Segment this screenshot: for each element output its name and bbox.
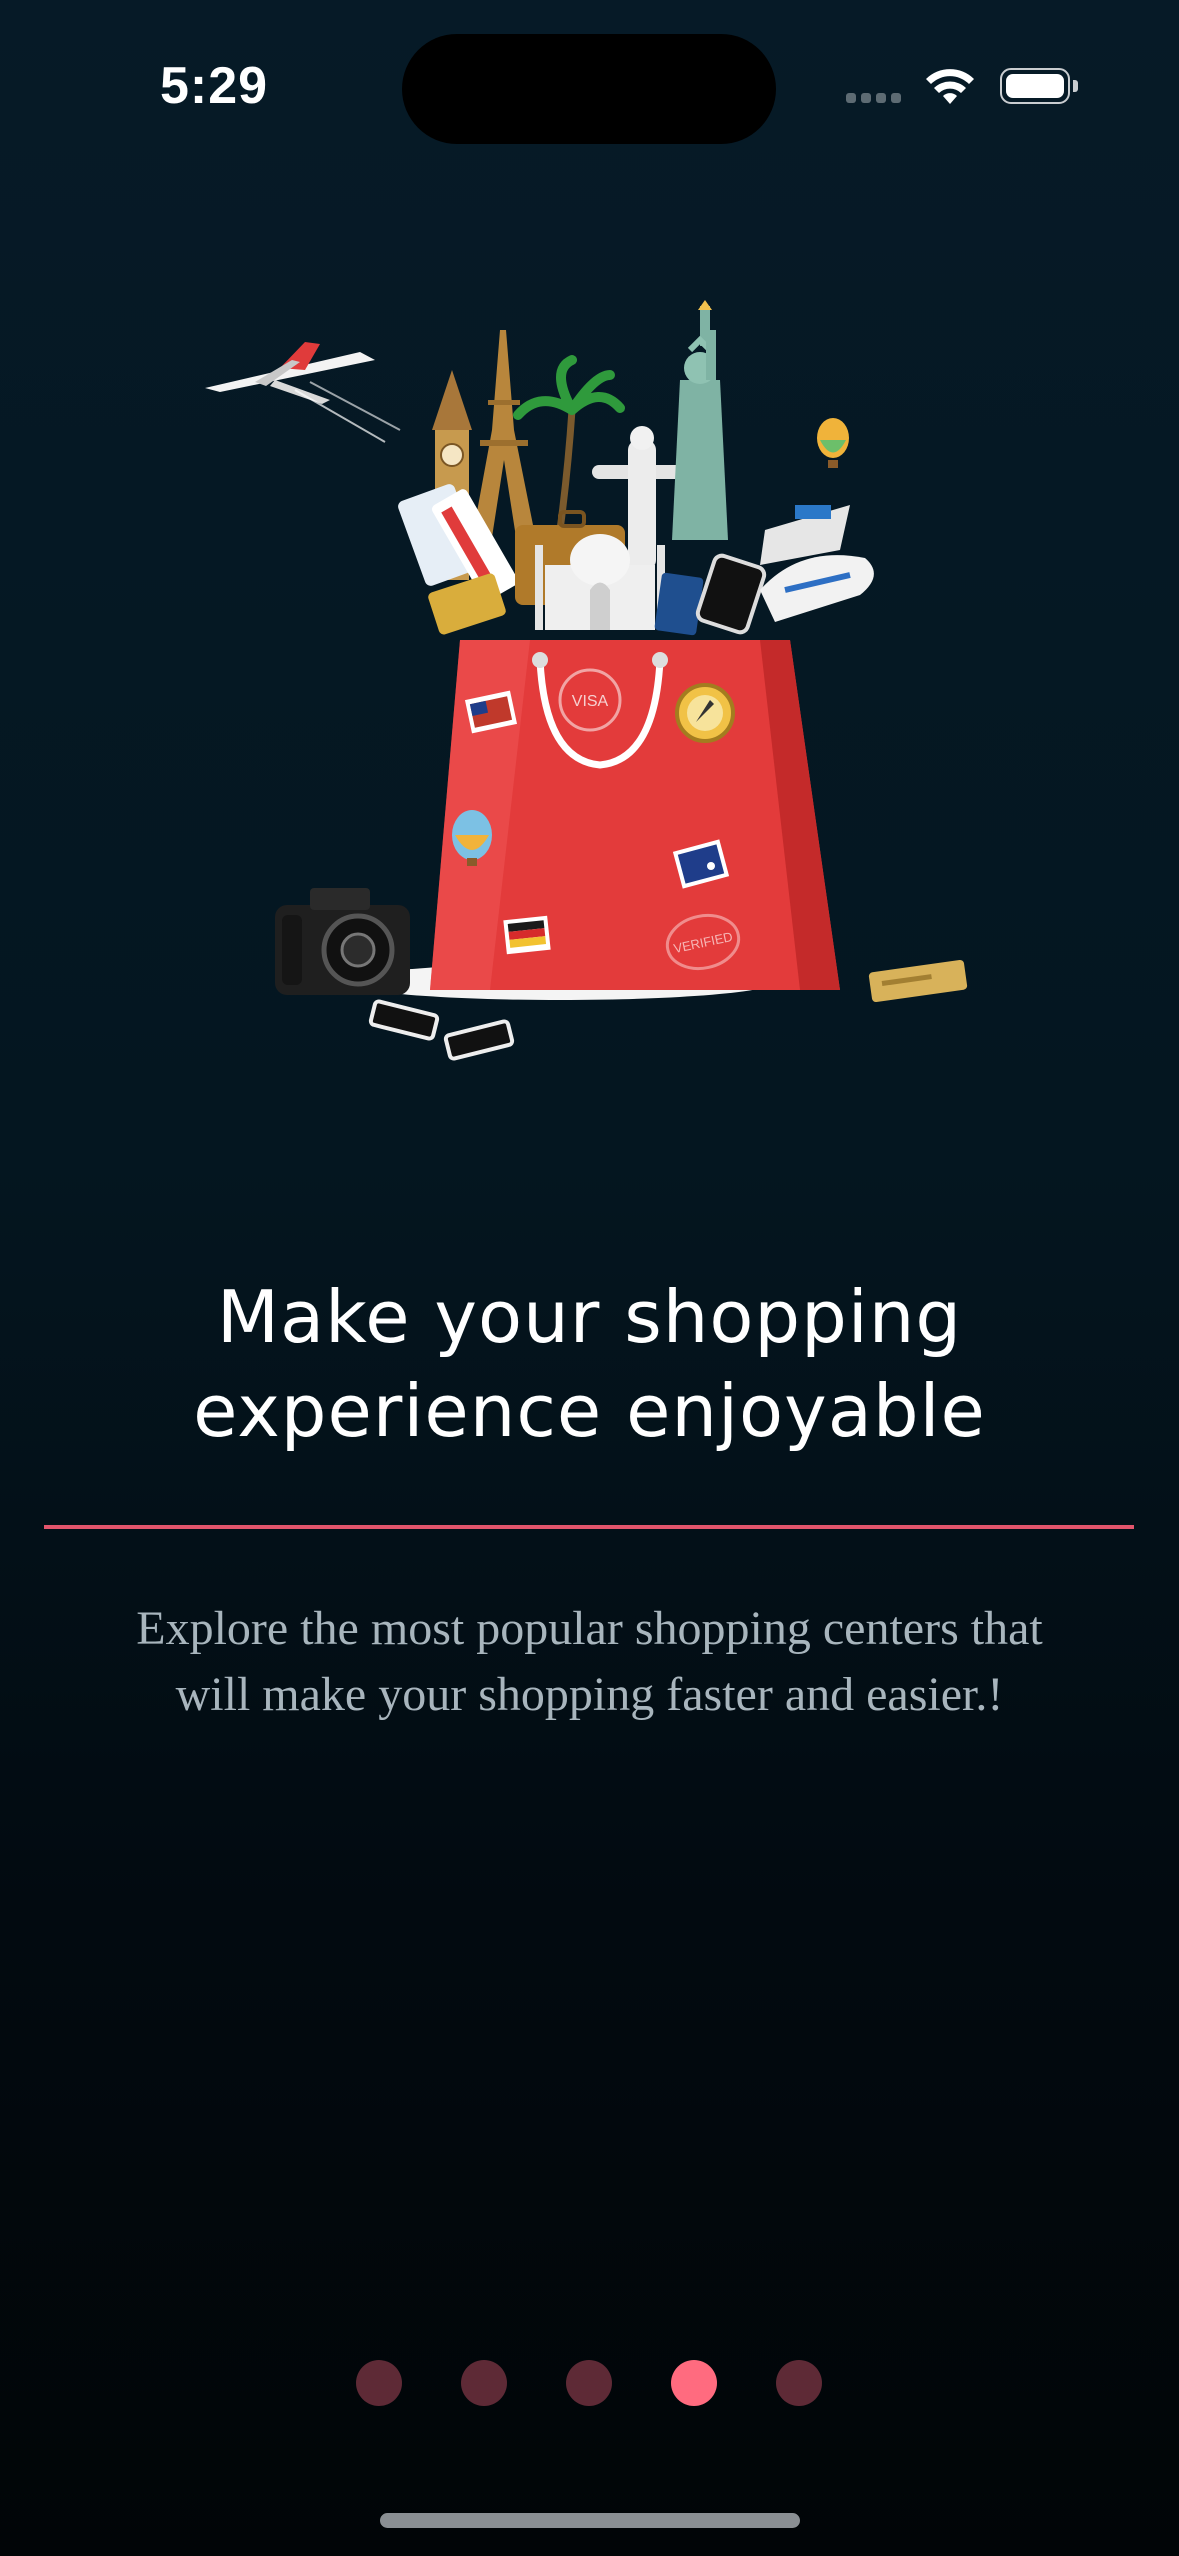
- compass-icon: [675, 683, 735, 743]
- airplane-icon: [205, 342, 401, 443]
- page-indicator: [0, 2360, 1179, 2410]
- battery-icon: [1000, 68, 1080, 106]
- statue-of-liberty-icon: [672, 300, 728, 540]
- cellular-signal-icon: [846, 93, 902, 105]
- page-dot-3[interactable]: [566, 2360, 612, 2406]
- description-line-1: Explore the most popular shopping center…: [136, 1602, 1043, 1655]
- shopping-bag-travel-illustration: VISA VERIFIED: [205, 300, 968, 1061]
- status-bar: 5:29: [0, 0, 1179, 170]
- dynamic-island: [402, 34, 776, 144]
- gold-card-icon: [868, 959, 968, 1003]
- germany-flag-sticker-icon: [503, 915, 551, 955]
- svg-text:VISA: VISA: [572, 693, 609, 710]
- wifi-icon: [926, 69, 974, 104]
- onboarding-headline: Make your shopping experience enjoyable: [0, 1270, 1179, 1458]
- smartphone-icon: [695, 553, 767, 635]
- page-dot-5[interactable]: [776, 2360, 822, 2406]
- home-indicator[interactable]: [380, 2513, 800, 2528]
- passport-icon: [654, 572, 704, 636]
- headline-line-2: experience enjoyable: [193, 1369, 986, 1453]
- palm-tree-icon: [513, 355, 625, 531]
- shopping-bag-icon: [430, 640, 840, 990]
- accent-divider: [44, 1525, 1134, 1529]
- description-line-2: will make your shopping faster and easie…: [175, 1668, 1004, 1721]
- hot-air-balloon-icon: [817, 418, 849, 468]
- bullet-train-icon: [760, 555, 874, 622]
- headline-line-1: Make your shopping: [216, 1275, 963, 1359]
- onboarding-description: Explore the most popular shopping center…: [40, 1596, 1139, 1728]
- status-time: 5:29: [160, 57, 269, 115]
- page-dot-4[interactable]: [671, 2360, 717, 2406]
- page-dot-2[interactable]: [461, 2360, 507, 2406]
- page-dot-1[interactable]: [356, 2360, 402, 2406]
- phone-on-ground-icon: [368, 999, 515, 1061]
- camera-icon: [275, 888, 410, 995]
